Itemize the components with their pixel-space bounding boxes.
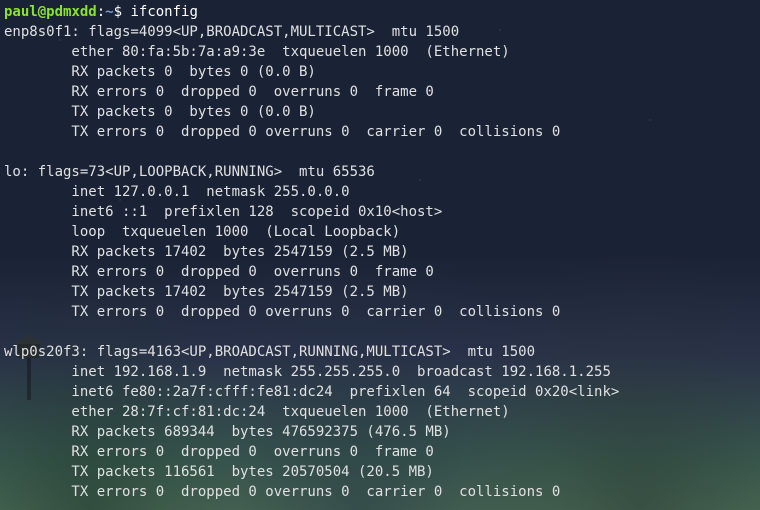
iface-detail-wlp0s20f3-2: ether 28:7f:cf:81:dc:24 txqueuelen 1000 … bbox=[4, 402, 756, 422]
iface-detail-wlp0s20f3-4: RX errors 0 dropped 0 overruns 0 frame 0 bbox=[4, 442, 756, 462]
prompt-line: paul@pdmxdd:~$ ifconfig bbox=[4, 2, 756, 22]
iface-detail-lo-0: inet 127.0.0.1 netmask 255.0.0.0 bbox=[4, 182, 756, 202]
command-text: ifconfig bbox=[130, 4, 197, 20]
iface-header-wlp0s20f3: wlp0s20f3: flags=4163<UP,BROADCAST,RUNNI… bbox=[4, 342, 756, 362]
prompt-host: pdmxdd bbox=[46, 4, 97, 20]
iface-detail-lo-5: TX packets 17402 bytes 2547159 (2.5 MB) bbox=[4, 282, 756, 302]
iface-detail-lo-4: RX errors 0 dropped 0 overruns 0 frame 0 bbox=[4, 262, 756, 282]
iface-detail-lo-2: loop txqueuelen 1000 (Local Loopback) bbox=[4, 222, 756, 242]
iface-header-lo: lo: flags=73<UP,LOOPBACK,RUNNING> mtu 65… bbox=[4, 162, 756, 182]
iface-detail-lo-1: inet6 ::1 prefixlen 128 scopeid 0x10<hos… bbox=[4, 202, 756, 222]
iface-detail-enp8s0f1-2: RX errors 0 dropped 0 overruns 0 frame 0 bbox=[4, 82, 756, 102]
iface-detail-enp8s0f1-3: TX packets 0 bytes 0 (0.0 B) bbox=[4, 102, 756, 122]
iface-detail-wlp0s20f3-3: RX packets 689344 bytes 476592375 (476.5… bbox=[4, 422, 756, 442]
iface-detail-enp8s0f1-1: RX packets 0 bytes 0 (0.0 B) bbox=[4, 62, 756, 82]
iface-detail-enp8s0f1-4: TX errors 0 dropped 0 overruns 0 carrier… bbox=[4, 122, 756, 142]
prompt-colon: : bbox=[97, 4, 105, 20]
iface-detail-lo-6: TX errors 0 dropped 0 overruns 0 carrier… bbox=[4, 302, 756, 322]
terminal-output[interactable]: paul@pdmxdd:~$ ifconfigenp8s0f1: flags=4… bbox=[0, 0, 760, 504]
iface-detail-enp8s0f1-0: ether 80:fa:5b:7a:a9:3e txqueuelen 1000 … bbox=[4, 42, 756, 62]
prompt-path: ~ bbox=[105, 4, 113, 20]
iface-detail-wlp0s20f3-1: inet6 fe80::2a7f:cfff:fe81:dc24 prefixle… bbox=[4, 382, 756, 402]
iface-detail-wlp0s20f3-0: inet 192.168.1.9 netmask 255.255.255.0 b… bbox=[4, 362, 756, 382]
iface-detail-wlp0s20f3-5: TX packets 116561 bytes 20570504 (20.5 M… bbox=[4, 462, 756, 482]
prompt-at: @ bbox=[38, 4, 46, 20]
prompt-dollar: $ bbox=[114, 4, 131, 20]
iface-detail-wlp0s20f3-6: TX errors 0 dropped 0 overruns 0 carrier… bbox=[4, 482, 756, 502]
iface-header-enp8s0f1: enp8s0f1: flags=4099<UP,BROADCAST,MULTIC… bbox=[4, 22, 756, 42]
blank-line bbox=[4, 322, 756, 342]
iface-detail-lo-3: RX packets 17402 bytes 2547159 (2.5 MB) bbox=[4, 242, 756, 262]
prompt-user: paul bbox=[4, 4, 38, 20]
blank-line bbox=[4, 142, 756, 162]
